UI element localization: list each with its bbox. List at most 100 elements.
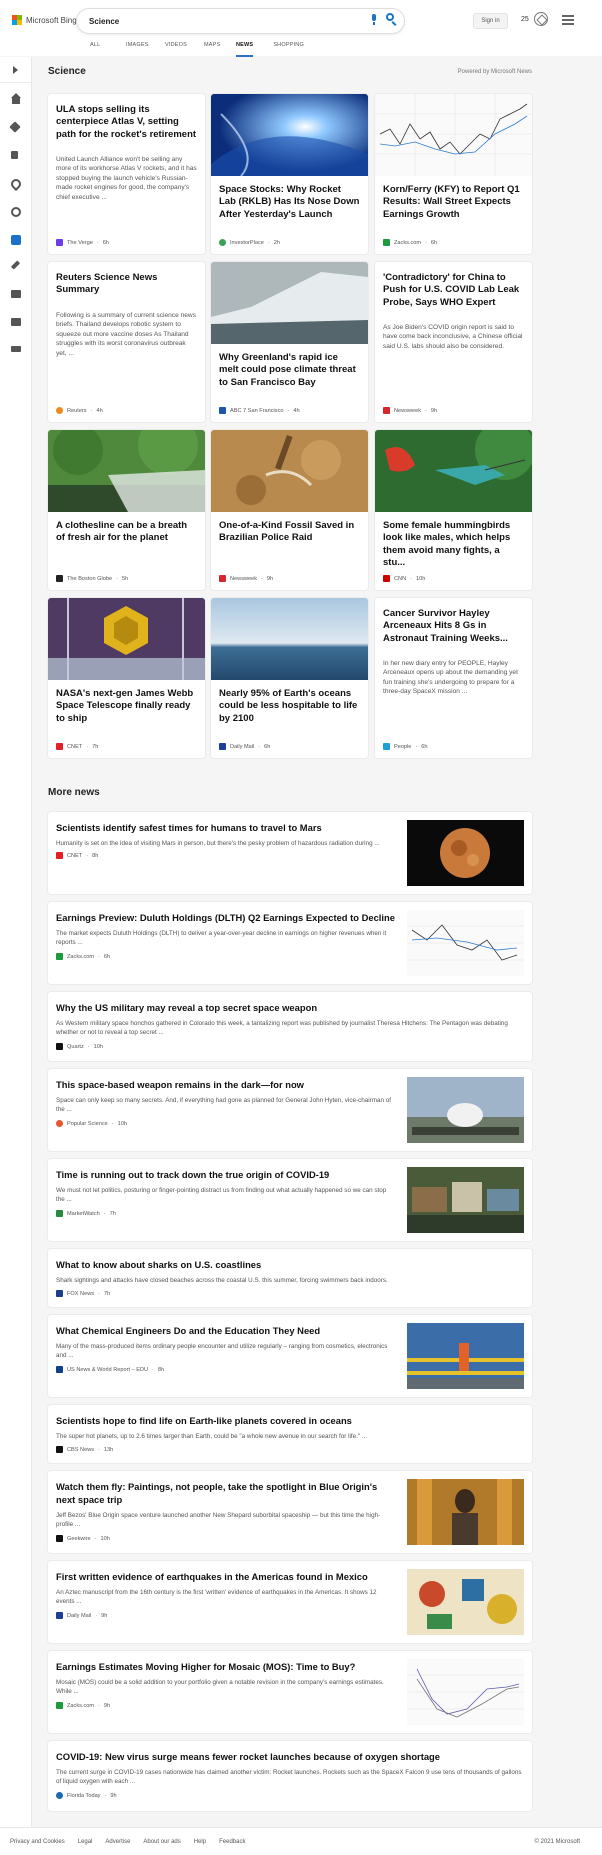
bing-logo[interactable]: Microsoft Bing bbox=[12, 15, 77, 25]
powered-by[interactable]: Powered by Microsoft News bbox=[458, 69, 532, 75]
news-list-item[interactable]: Earnings Estimates Moving Higher for Mos… bbox=[48, 1651, 532, 1733]
list-item-title[interactable]: Earnings Estimates Moving Higher for Mos… bbox=[56, 1661, 396, 1674]
list-item-title[interactable]: What to know about sharks on U.S. coastl… bbox=[56, 1259, 524, 1272]
card-image bbox=[48, 430, 205, 512]
card-title[interactable]: Nearly 95% of Earth's oceans could be le… bbox=[219, 688, 360, 725]
list-item-source: Popular Science · 10h bbox=[56, 1120, 127, 1127]
source-logo-icon bbox=[383, 743, 390, 750]
news-card[interactable]: Space Stocks: Why Rocket Lab (RKLB) Has … bbox=[211, 94, 368, 254]
source-logo-icon bbox=[56, 1210, 63, 1217]
tab-shopping[interactable]: SHOPPING bbox=[273, 40, 304, 56]
list-item-title[interactable]: First written evidence of earthquakes in… bbox=[56, 1571, 396, 1584]
tab-all[interactable]: ALL bbox=[90, 40, 126, 56]
card-description: As Joe Biden's COVID origin report is sa… bbox=[383, 324, 523, 350]
news-card[interactable]: Korn/Ferry (KFY) to Report Q1 Results: W… bbox=[375, 94, 532, 254]
list-item-source: US News & World Report – EDU · 8h bbox=[56, 1366, 164, 1373]
news-list-item[interactable]: Scientists hope to find life on Earth-li… bbox=[48, 1405, 532, 1463]
news-card[interactable]: Cancer Survivor Hayley Arceneaux Hits 8 … bbox=[375, 598, 532, 758]
footer-link-help[interactable]: Help bbox=[194, 1839, 206, 1845]
expand-icon[interactable] bbox=[0, 57, 32, 83]
card-title[interactable]: Reuters Science News Summary bbox=[56, 272, 197, 297]
list-item-title[interactable]: What Chemical Engineers Do and the Educa… bbox=[56, 1325, 396, 1338]
news-list-item[interactable]: What Chemical Engineers Do and the Educa… bbox=[48, 1315, 532, 1397]
card-title[interactable]: NASA's next-gen James Webb Space Telesco… bbox=[56, 688, 197, 725]
search-box[interactable] bbox=[77, 9, 404, 33]
card-title[interactable]: ULA stops selling its centerpiece Atlas … bbox=[56, 104, 197, 141]
footer-link-feedback[interactable]: Feedback bbox=[219, 1839, 245, 1845]
rewards-icon[interactable] bbox=[534, 12, 548, 26]
list-item-title[interactable]: Why the US military may reveal a top sec… bbox=[56, 1002, 524, 1015]
footer-link-about-ads[interactable]: About our ads bbox=[143, 1839, 180, 1845]
news-card[interactable]: 'Contradictory' for China to Push for U.… bbox=[375, 262, 532, 422]
location-pin-icon[interactable] bbox=[8, 176, 24, 192]
film-icon[interactable] bbox=[11, 290, 21, 298]
card-title[interactable]: One-of-a-Kind Fossil Saved in Brazilian … bbox=[219, 520, 360, 545]
card-title[interactable]: A clothesline can be a breath of fresh a… bbox=[56, 520, 197, 545]
news-card[interactable]: ULA stops selling its centerpiece Atlas … bbox=[48, 94, 205, 254]
news-list-item[interactable]: First written evidence of earthquakes in… bbox=[48, 1561, 532, 1643]
globe-icon[interactable] bbox=[11, 207, 21, 217]
list-item-description: As Western military space honchos gather… bbox=[56, 1020, 508, 1037]
search-input[interactable] bbox=[89, 13, 329, 29]
home-icon[interactable] bbox=[11, 93, 21, 104]
card-image bbox=[48, 598, 205, 680]
tab-news[interactable]: NEWS bbox=[236, 40, 254, 57]
card-title[interactable]: Some female hummingbirds look like males… bbox=[383, 520, 524, 569]
list-item-title[interactable]: Watch them fly: Paintings, not people, t… bbox=[56, 1481, 391, 1507]
tv-icon[interactable] bbox=[11, 346, 21, 352]
tab-videos[interactable]: VIDEOS bbox=[165, 40, 204, 56]
science-icon[interactable] bbox=[11, 235, 21, 245]
news-card[interactable]: Some female hummingbirds look like males… bbox=[375, 430, 532, 590]
sign-in-button[interactable]: Sign in bbox=[473, 13, 508, 29]
list-item-source: Zacks.com · 6h bbox=[56, 953, 110, 960]
list-item-image bbox=[407, 820, 524, 886]
hamburger-menu-icon[interactable] bbox=[562, 15, 574, 25]
card-source: CNN · 10h bbox=[383, 575, 425, 582]
list-item-title[interactable]: Scientists hope to find life on Earth-li… bbox=[56, 1415, 524, 1428]
footer-links: Privacy and Cookies Legal Advertise Abou… bbox=[10, 1839, 245, 1845]
microphone-icon[interactable] bbox=[370, 14, 378, 26]
flag-icon[interactable] bbox=[11, 151, 18, 159]
card-title[interactable]: Why Greenland's rapid ice melt could pos… bbox=[219, 352, 360, 389]
news-card[interactable]: One-of-a-Kind Fossil Saved in Brazilian … bbox=[211, 430, 368, 590]
card-source: Daily Mail · 6h bbox=[219, 743, 270, 750]
list-item-title[interactable]: Earnings Preview: Duluth Holdings (DLTH)… bbox=[56, 912, 396, 925]
news-list-item[interactable]: Why the US military may reveal a top sec… bbox=[48, 992, 532, 1061]
news-list-item[interactable]: COVID-19: New virus surge means fewer ro… bbox=[48, 1741, 532, 1811]
footer: Privacy and Cookies Legal Advertise Abou… bbox=[0, 1827, 602, 1855]
list-item-title[interactable]: COVID-19: New virus surge means fewer ro… bbox=[56, 1751, 524, 1764]
card-title[interactable]: Cancer Survivor Hayley Arceneaux Hits 8 … bbox=[383, 608, 524, 645]
news-list-item[interactable]: Watch them fly: Paintings, not people, t… bbox=[48, 1471, 532, 1553]
card-source: The Boston Globe · 5h bbox=[56, 575, 128, 582]
news-card[interactable]: Reuters Science News Summary Following i… bbox=[48, 262, 205, 422]
news-list-item[interactable]: What to know about sharks on U.S. coastl… bbox=[48, 1249, 532, 1307]
news-card[interactable]: NASA's next-gen James Webb Space Telesco… bbox=[48, 598, 205, 758]
list-item-description: An Aztec manuscript from the 16th centur… bbox=[56, 1589, 377, 1606]
list-item-image bbox=[407, 1167, 524, 1233]
news-list-item[interactable]: Time is running out to track down the tr… bbox=[48, 1159, 532, 1241]
card-title[interactable]: Space Stocks: Why Rocket Lab (RKLB) Has … bbox=[219, 184, 360, 221]
news-card[interactable]: Why Greenland's rapid ice melt could pos… bbox=[211, 262, 368, 422]
rocket-icon[interactable] bbox=[10, 260, 21, 270]
footer-link-privacy[interactable]: Privacy and Cookies bbox=[10, 1839, 65, 1845]
list-item-title[interactable]: This space-based weapon remains in the d… bbox=[56, 1079, 396, 1092]
tab-maps[interactable]: MAPS bbox=[204, 40, 232, 56]
bank-icon[interactable] bbox=[11, 318, 21, 326]
news-list-item[interactable]: This space-based weapon remains in the d… bbox=[48, 1069, 532, 1151]
footer-link-advertise[interactable]: Advertise bbox=[105, 1839, 130, 1845]
footer-link-legal[interactable]: Legal bbox=[78, 1839, 93, 1845]
list-item-description: Humanity is set on the idea of visiting … bbox=[56, 840, 380, 847]
rewards-count[interactable]: 25 bbox=[521, 16, 529, 23]
news-list-item[interactable]: Scientists identify safest times for hum… bbox=[48, 812, 532, 894]
card-image bbox=[211, 598, 368, 680]
list-item-title[interactable]: Scientists identify safest times for hum… bbox=[56, 822, 396, 835]
news-card[interactable]: Nearly 95% of Earth's oceans could be le… bbox=[211, 598, 368, 758]
card-title[interactable]: 'Contradictory' for China to Push for U.… bbox=[383, 272, 524, 309]
card-title[interactable]: Korn/Ferry (KFY) to Report Q1 Results: W… bbox=[383, 184, 524, 221]
tab-images[interactable]: IMAGES bbox=[126, 40, 165, 56]
tools-icon[interactable] bbox=[9, 121, 21, 133]
list-item-title[interactable]: Time is running out to track down the tr… bbox=[56, 1169, 396, 1182]
search-icon[interactable] bbox=[386, 13, 398, 26]
news-card[interactable]: A clothesline can be a breath of fresh a… bbox=[48, 430, 205, 590]
news-list-item[interactable]: Earnings Preview: Duluth Holdings (DLTH)… bbox=[48, 902, 532, 984]
